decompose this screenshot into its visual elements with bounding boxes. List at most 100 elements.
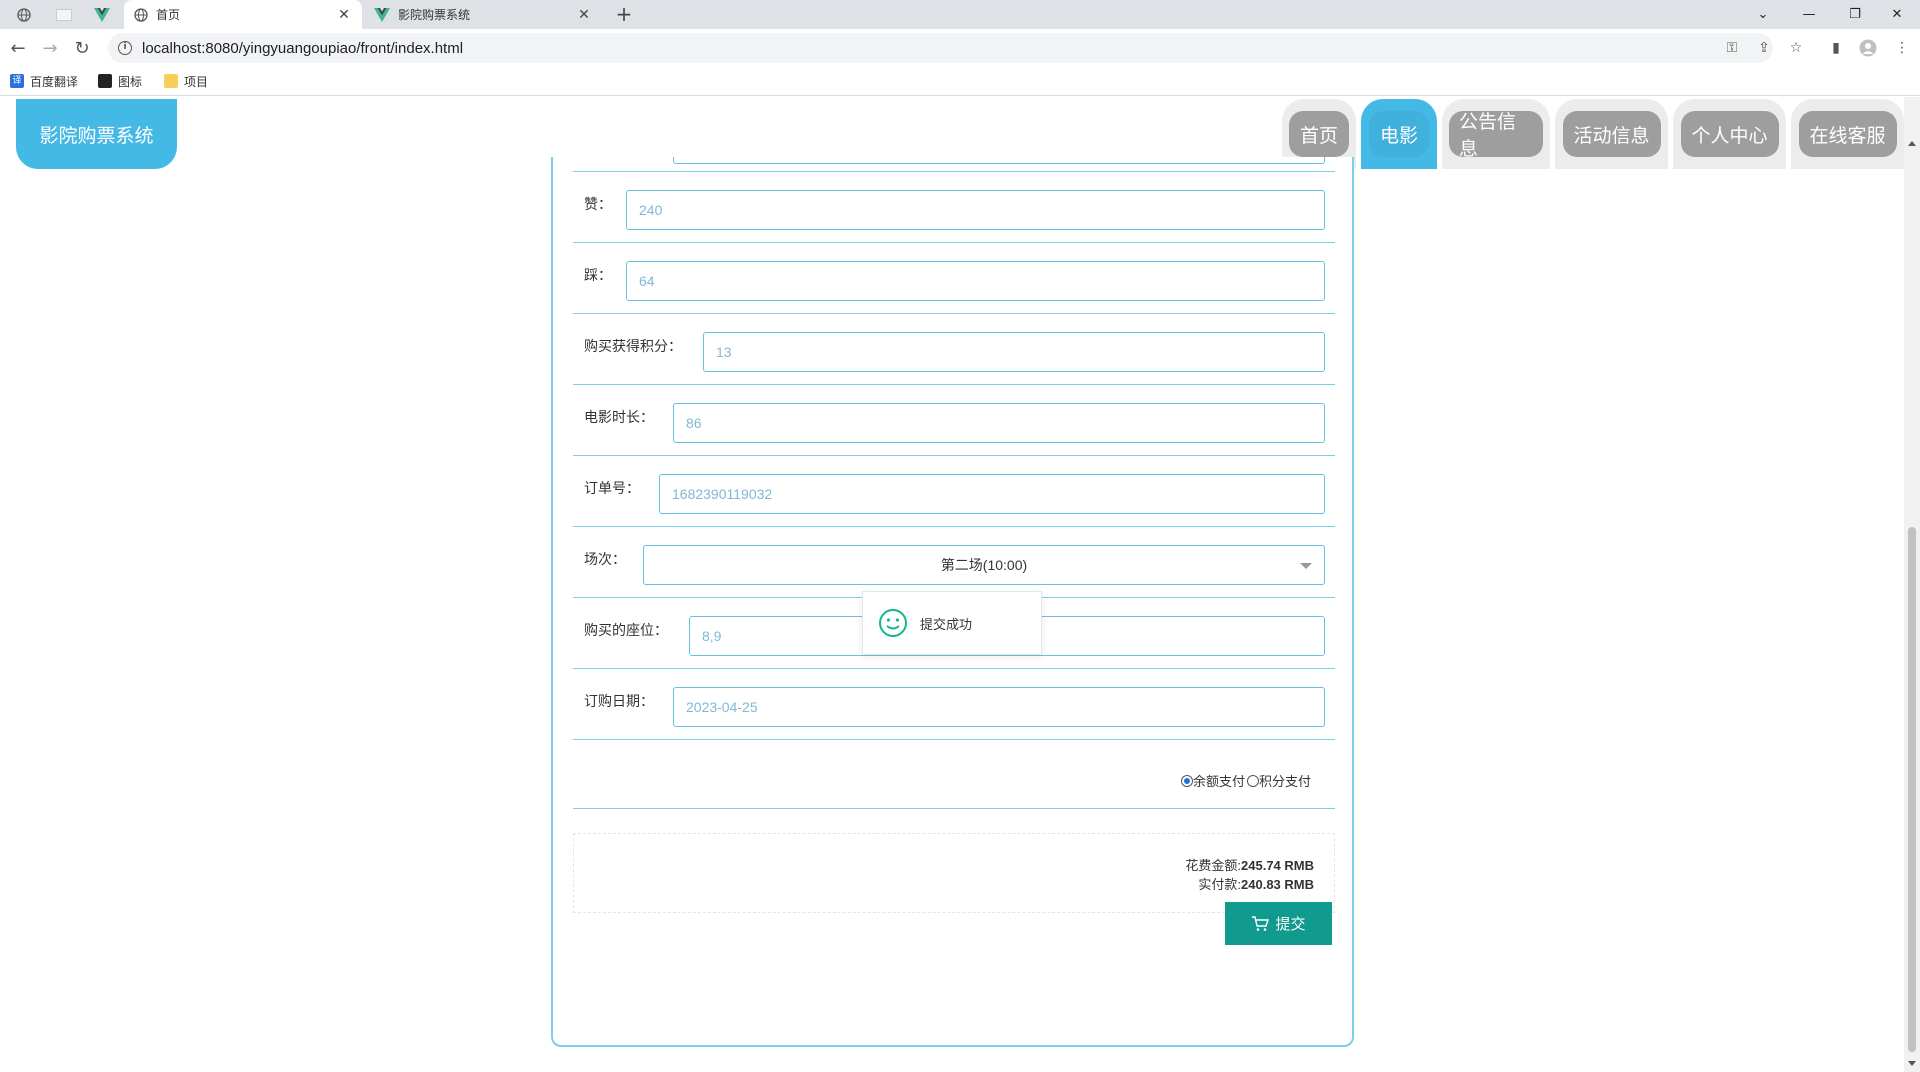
url-text: localhost:8080/yingyuangoupiao/front/ind… (142, 39, 464, 57)
translate-icon: 译 (10, 74, 24, 88)
submit-label: 提交 (1275, 916, 1306, 933)
restore-icon: ❐ (1849, 7, 1861, 22)
cost-line: 花费金额:245.74 RMB (1185, 855, 1314, 874)
dislikes-input[interactable]: 64 (626, 261, 1325, 301)
bookmark-label: 百度翻译 (30, 74, 79, 89)
nav-label: 电影 (1369, 111, 1429, 157)
field-label: 订购日期： (584, 694, 654, 710)
field-label: 场次： (584, 552, 626, 568)
arrow-right-icon: → (42, 37, 58, 59)
field-label: 踩： (584, 268, 612, 284)
scroll-thumb[interactable] (1908, 527, 1916, 1052)
browser-toolbar: ← → ↻ i localhost:8080/yingyuangoupiao/f… (0, 29, 1920, 66)
site-logo[interactable]: 影院购票系统 (16, 99, 177, 169)
points-earned-input[interactable]: 13 (703, 332, 1325, 372)
likes-input[interactable]: 240 (626, 190, 1325, 230)
nav-label: 首页 (1289, 111, 1349, 157)
folder-icon (164, 74, 178, 88)
minimize-button[interactable]: — (1786, 0, 1832, 29)
success-toast: 提交成功 (862, 591, 1042, 655)
session-select[interactable]: 第二场(10:00) (643, 545, 1325, 585)
tab-search-button[interactable]: ⌄ (1740, 0, 1786, 29)
scroll-up-icon[interactable] (1908, 141, 1916, 146)
close-window-button[interactable]: ✕ (1874, 0, 1920, 29)
cost-label: 花费金额: (1185, 858, 1242, 873)
minimize-icon: — (1802, 7, 1816, 22)
chevron-down-icon: ⌄ (1757, 7, 1769, 22)
page-scrollbar[interactable] (1904, 97, 1920, 1072)
form-row-order-date: 订购日期： 2023-04-25 (573, 669, 1335, 740)
nav-label: 活动信息 (1562, 111, 1661, 157)
field-label: 电影时长： (584, 410, 654, 426)
nav-movies[interactable]: 电影 (1361, 99, 1437, 169)
partial-input[interactable] (673, 157, 1325, 164)
star-icon[interactable]: ☆ (1786, 38, 1806, 58)
nav-label: 在线客服 (1798, 111, 1897, 157)
share-icon[interactable]: ⇪ (1754, 38, 1774, 58)
nav-label: 公告信息 (1449, 111, 1543, 160)
nav-online-service[interactable]: 在线客服 (1791, 99, 1904, 169)
tab-title: 首页 (156, 8, 181, 22)
smile-icon (879, 609, 907, 637)
address-bar[interactable]: i localhost:8080/yingyuangoupiao/front/i… (108, 33, 1773, 63)
field-label: 购买的座位： (584, 623, 668, 639)
pinned-tab-vue[interactable] (82, 0, 122, 29)
bookmarks-bar: 译 百度翻译 图标 项目 (0, 66, 1920, 96)
restore-button[interactable]: ❐ (1832, 0, 1878, 29)
browser-tabstrip: 首页 ✕ 影院购票系统 ✕ + ⌄ — ❐ ✕ (0, 0, 1920, 29)
page-content: 影院购票系统 首页 电影 公告信息 活动信息 个人中心 在线客服 赞： 240 … (0, 97, 1920, 1072)
form-row-order-number: 订单号： 1682390119032 (573, 456, 1335, 527)
arrow-left-icon: ← (10, 37, 26, 59)
field-label: 赞： (584, 197, 612, 213)
close-tab-icon[interactable]: ✕ (336, 7, 352, 23)
cart-icon (1252, 915, 1270, 931)
balance-payment-label[interactable]: 余额支付 (1193, 771, 1245, 790)
vue-logo-icon (374, 7, 390, 22)
bookmark-baidu-translate[interactable]: 译 百度翻译 (10, 72, 78, 90)
bookmark-label: 项目 (184, 74, 209, 89)
profile-avatar-icon[interactable] (1858, 38, 1878, 58)
scroll-down-icon[interactable] (1908, 1061, 1916, 1066)
pinned-tab-globe[interactable] (4, 0, 44, 29)
form-row-likes: 赞： 240 (573, 172, 1335, 243)
order-number-input[interactable]: 1682390119032 (659, 474, 1325, 514)
toast-message: 提交成功 (920, 617, 973, 633)
new-tab-button[interactable]: + (612, 3, 636, 27)
order-date-input[interactable]: 2023-04-25 (673, 687, 1325, 727)
key-icon[interactable]: ⚿ (1722, 38, 1742, 58)
nav-label: 个人中心 (1680, 111, 1779, 157)
side-panel-icon[interactable]: ▮ (1826, 38, 1846, 58)
payment-options: 余额支付 积分支付 (1180, 771, 1311, 790)
bookmark-label: 图标 (118, 74, 143, 89)
paid-value: 240.83 RMB (1241, 877, 1314, 892)
nav-personal-center[interactable]: 个人中心 (1673, 99, 1786, 169)
bookmark-icons[interactable]: 图标 (98, 72, 142, 90)
close-icon: ✕ (1891, 7, 1903, 22)
form-row-partial (573, 157, 1335, 172)
close-tab-icon[interactable]: ✕ (576, 7, 592, 23)
pinned-tab-blank[interactable] (44, 0, 84, 29)
submit-button[interactable]: 提交 (1225, 902, 1332, 945)
nav-activities[interactable]: 活动信息 (1555, 99, 1668, 169)
info-icon[interactable]: i (118, 41, 132, 55)
tab-cinema[interactable]: 影院购票系统 ✕ (364, 0, 602, 29)
more-menu-icon[interactable]: ⋮ (1892, 38, 1912, 58)
points-payment-radio[interactable] (1246, 774, 1259, 787)
nav-announcements[interactable]: 公告信息 (1442, 99, 1550, 169)
back-button[interactable]: ← (4, 34, 32, 62)
points-payment-label[interactable]: 积分支付 (1259, 771, 1311, 790)
field-label: 购买获得积分： (584, 339, 682, 355)
form-row-session: 场次： 第二场(10:00) (573, 527, 1335, 598)
globe-icon (17, 7, 31, 22)
forward-button[interactable]: → (36, 34, 64, 62)
field-label: 订单号： (584, 481, 640, 497)
bookmark-project[interactable]: 项目 (164, 72, 208, 90)
caret-down-icon (1300, 563, 1312, 569)
cost-value: 245.74 RMB (1241, 858, 1314, 873)
reload-button[interactable]: ↻ (68, 34, 96, 62)
tab-home[interactable]: 首页 ✕ (124, 0, 362, 29)
balance-payment-radio[interactable] (1180, 774, 1193, 787)
duration-input[interactable]: 86 (673, 403, 1325, 443)
paid-label: 实付款: (1198, 877, 1242, 892)
vue-logo-icon (94, 7, 110, 22)
